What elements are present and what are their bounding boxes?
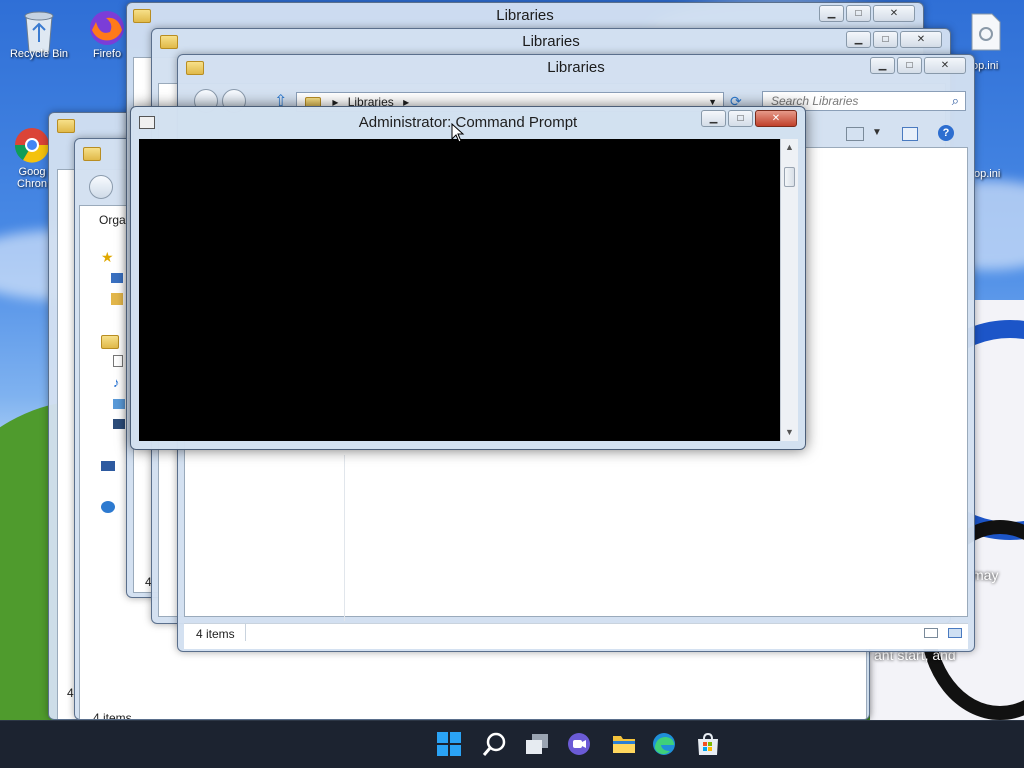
- pane-divider: [344, 455, 345, 621]
- ini-file-icon: [967, 12, 1005, 51]
- wallpaper-text-1: may: [972, 567, 999, 583]
- scroll-thumb[interactable]: [784, 167, 795, 187]
- music-nav-icon[interactable]: ♪: [113, 375, 120, 390]
- minimize-button[interactable]: ▁: [819, 5, 844, 22]
- desktop-nav-icon: [111, 273, 123, 283]
- command-prompt-window[interactable]: Administrator: Command Prompt ▁ □ ✕ ▲ ▼: [130, 106, 806, 450]
- libraries-nav-icon[interactable]: [101, 335, 119, 349]
- close-button[interactable]: ✕: [873, 5, 915, 22]
- search-icon[interactable]: ⌕: [952, 92, 959, 110]
- desktop-icon-ini-1[interactable]: op.ini: [956, 12, 1016, 72]
- start-icon[interactable]: [436, 731, 464, 759]
- desktop-icon-label: op.ini: [974, 168, 1001, 180]
- chevron-down-icon[interactable]: ▼: [872, 127, 882, 138]
- desktop-icon-ini-2[interactable]: op.ini: [968, 130, 1020, 180]
- close-button[interactable]: ✕: [755, 110, 797, 127]
- store-icon[interactable]: [695, 731, 723, 759]
- status-divider: [245, 623, 246, 641]
- desktop-icon-label: Firefo: [92, 48, 122, 60]
- favorites-star-icon: ★: [101, 249, 114, 265]
- desktop-icon-label: Recycle Bin: [9, 48, 69, 60]
- task-view-icon[interactable]: [524, 731, 552, 759]
- recycle-bin-icon: [20, 8, 58, 53]
- ini-file-icon: [975, 130, 1013, 160]
- maximize-button[interactable]: □: [728, 110, 753, 127]
- search-icon[interactable]: [482, 731, 510, 759]
- console-output[interactable]: [139, 139, 780, 441]
- preview-pane-icon[interactable]: [902, 127, 918, 141]
- maximize-button[interactable]: □: [873, 31, 898, 48]
- caption-buttons: ▁ □ ✕: [870, 57, 966, 74]
- back-button[interactable]: [89, 175, 113, 199]
- pictures-nav-icon[interactable]: [113, 399, 125, 409]
- organize-button[interactable]: Orga: [99, 213, 126, 227]
- caption-buttons: ▁ □ ✕: [701, 110, 797, 127]
- firefox-icon: [88, 8, 126, 46]
- maximize-button[interactable]: □: [846, 5, 871, 22]
- details-view-icon[interactable]: [924, 628, 938, 638]
- mouse-cursor-icon: [451, 123, 465, 143]
- videos-nav-icon[interactable]: [113, 419, 125, 429]
- documents-nav-icon[interactable]: [113, 355, 123, 367]
- item-count: 4 items: [196, 627, 235, 641]
- status-bar: [184, 623, 968, 649]
- file-explorer-icon[interactable]: [611, 731, 639, 759]
- caption-buttons: ▁ □ ✕: [846, 31, 942, 48]
- minimize-button[interactable]: ▁: [870, 57, 895, 74]
- vertical-scrollbar[interactable]: ▲ ▼: [780, 139, 798, 441]
- window-title: Libraries: [522, 33, 580, 50]
- scroll-up-arrow-icon[interactable]: ▲: [781, 139, 798, 156]
- minimize-button[interactable]: ▁: [846, 31, 871, 48]
- downloads-nav-icon: [111, 293, 123, 305]
- close-button[interactable]: ✕: [924, 57, 966, 74]
- help-icon[interactable]: ?: [938, 125, 954, 141]
- large-icons-view-icon[interactable]: [948, 628, 962, 638]
- network-nav-icon[interactable]: [101, 501, 115, 513]
- maximize-button[interactable]: □: [897, 57, 922, 74]
- minimize-button[interactable]: ▁: [701, 110, 726, 127]
- chrome-icon: [13, 126, 51, 164]
- view-options-icon[interactable]: [846, 127, 864, 141]
- folder-icon: [57, 119, 75, 133]
- folder-icon: [83, 147, 101, 161]
- edge-icon[interactable]: [651, 731, 679, 759]
- status-text: 4: [67, 686, 74, 700]
- close-button[interactable]: ✕: [900, 31, 942, 48]
- status-text: 4 items: [93, 711, 132, 720]
- window-title: Libraries: [496, 7, 554, 24]
- taskbar: [0, 720, 1024, 768]
- caption-buttons: ▁ □ ✕: [819, 5, 915, 22]
- desktop-icon-label: op.ini: [972, 60, 999, 72]
- chat-icon[interactable]: [566, 731, 594, 759]
- desktop-icon-firefox[interactable]: Firefo: [82, 8, 132, 60]
- desktop-icon-recycle-bin[interactable]: Recycle Bin: [3, 8, 75, 60]
- window-title: Libraries: [547, 59, 605, 76]
- scroll-down-arrow-icon[interactable]: ▼: [781, 424, 798, 441]
- computer-nav-icon[interactable]: [101, 461, 115, 471]
